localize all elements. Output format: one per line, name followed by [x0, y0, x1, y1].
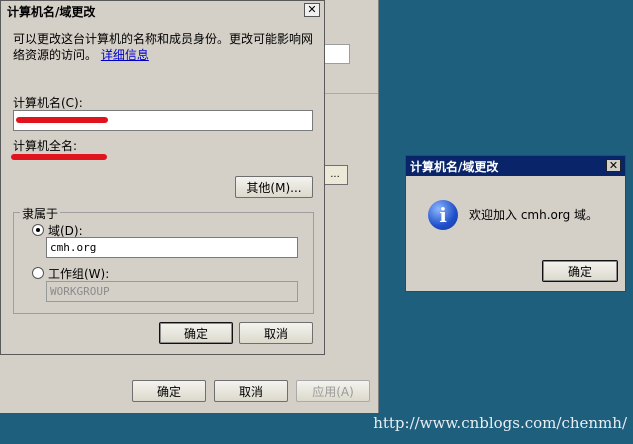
info-icon: i — [428, 200, 458, 230]
close-icon[interactable]: ✕ — [304, 3, 320, 17]
message-text: 欢迎加入 cmh.org 域。 — [469, 208, 599, 222]
workgroup-input[interactable]: WORKGROUP — [46, 281, 298, 302]
description-text: 可以更改这台计算机的名称和成员身份。更改可能影响网络资源的访问。 — [13, 32, 314, 62]
parent-browse-button[interactable]: ... — [322, 165, 348, 185]
details-link[interactable]: 详细信息 — [101, 48, 149, 62]
domain-radio[interactable] — [32, 224, 44, 236]
parent-ok-button[interactable]: 确定 — [132, 380, 206, 402]
dialog-ok-button[interactable]: 确定 — [159, 322, 233, 344]
workgroup-radio[interactable] — [32, 267, 44, 279]
parent-cancel-button[interactable]: 取消 — [214, 380, 288, 402]
redaction-mark — [16, 117, 108, 123]
watermark-url: http://www.cnblogs.com/chenmh/ — [373, 414, 627, 432]
message-box-titlebar: 计算机名/域更改 ✕ — [406, 156, 625, 176]
parent-apply-button[interactable]: 应用(A) — [296, 380, 370, 402]
computer-name-label: 计算机名(C): — [13, 96, 83, 110]
dialog-title: 计算机名/域更改 — [7, 5, 96, 19]
redaction-mark — [11, 154, 107, 160]
dialog-titlebar: 计算机名/域更改 ✕ — [1, 1, 324, 22]
dialog-description: 可以更改这台计算机的名称和成员身份。更改可能影响网络资源的访问。 详细信息 — [13, 31, 318, 63]
close-icon[interactable]: ✕ — [606, 159, 621, 172]
welcome-message-box: 计算机名/域更改 ✕ i 欢迎加入 cmh.org 域。 确定 — [405, 155, 626, 292]
parent-divider — [322, 93, 378, 94]
full-name-label: 计算机全名: — [13, 139, 78, 153]
dialog-cancel-button[interactable]: 取消 — [239, 322, 313, 344]
computer-name-dialog: 计算机名/域更改 ✕ 可以更改这台计算机的名称和成员身份。更改可能影响网络资源的… — [0, 0, 325, 355]
member-of-group: 隶属于 域(D): cmh.org 工作组(W): WORKGROUP — [13, 205, 314, 314]
workgroup-label: 工作组(W): — [48, 267, 110, 281]
message-ok-button[interactable]: 确定 — [542, 260, 618, 282]
more-button[interactable]: 其他(M)... — [235, 176, 313, 198]
message-box-title: 计算机名/域更改 — [410, 160, 499, 174]
member-of-label: 隶属于 — [20, 205, 61, 222]
domain-input[interactable]: cmh.org — [46, 237, 298, 258]
parent-input-field[interactable] — [322, 44, 350, 64]
